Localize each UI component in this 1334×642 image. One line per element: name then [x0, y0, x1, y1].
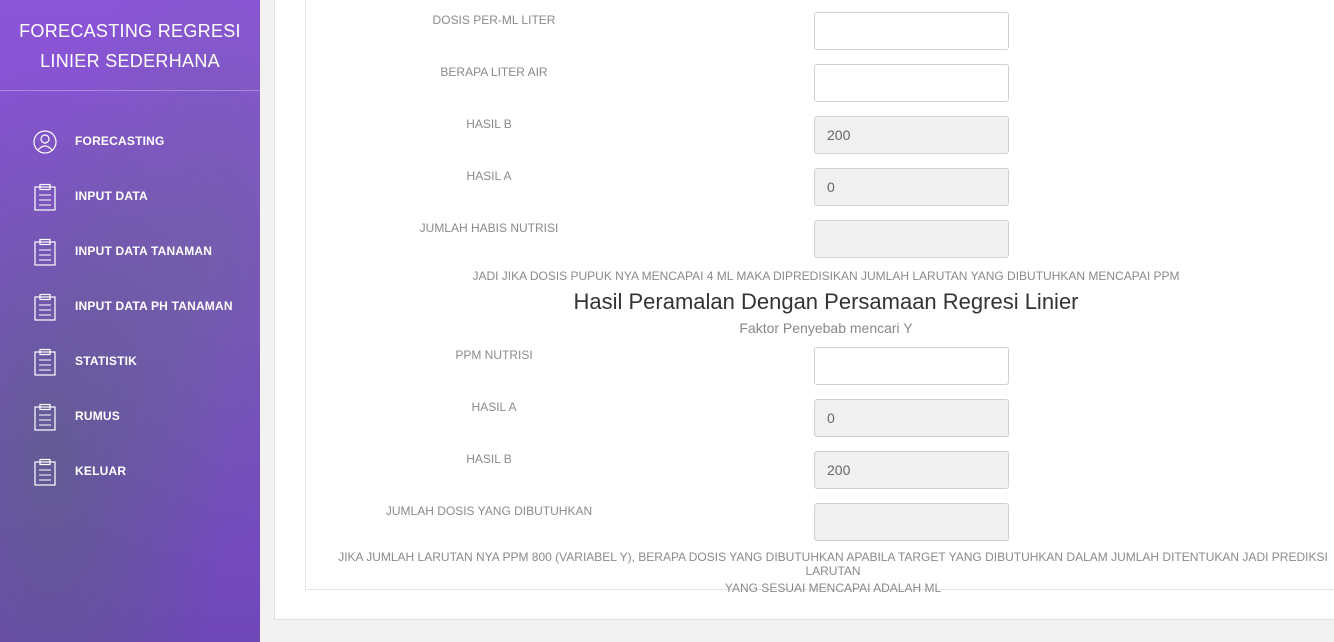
- dosis-label: DOSIS PER-ML LITER: [432, 13, 556, 27]
- clipboard-icon: [33, 238, 57, 266]
- user-circle-icon: [33, 128, 57, 156]
- jumlah-habis-field[interactable]: [814, 220, 1009, 258]
- clipboard-icon: [33, 458, 57, 486]
- brand-title-line1: FORECASTING REGRESI: [19, 21, 241, 41]
- hasil-b-field[interactable]: [814, 116, 1009, 154]
- brand-title-line2: LINIER SEDERHANA: [40, 51, 220, 71]
- prediction-note-2-line1: JIKA JUMLAH LARUTAN NYA PPM 800 (VARIABE…: [338, 550, 1328, 578]
- sidebar-item-forecasting[interactable]: FORECASTING: [0, 121, 260, 161]
- hasil-b-field-2[interactable]: [814, 451, 1009, 489]
- sidebar-item-input-data-tanaman[interactable]: INPUT DATA TANAMAN: [0, 231, 260, 271]
- sidebar-item-label: FORECASTING: [75, 134, 165, 148]
- jumlah-habis-label: JUMLAH HABIS NUTRISI: [419, 221, 559, 235]
- sidebar-item-input-data-ph-tanaman[interactable]: INPUT DATA PH TANAMAN: [0, 286, 260, 326]
- ppm-label: PPM NUTRISI: [455, 348, 533, 362]
- hasil-a-field[interactable]: [814, 168, 1009, 206]
- sidebar: FORECASTING REGRESI LINIER SEDERHANA FOR…: [0, 0, 260, 642]
- sidebar-item-label: INPUT DATA PH TANAMAN: [75, 299, 233, 313]
- prediction-note-2-line2: YANG SESUAI MENCAPAI ADALAH ML: [724, 581, 942, 595]
- sidebar-item-statistik[interactable]: STATISTIK: [0, 341, 260, 381]
- jumlah-dosis-field[interactable]: [814, 503, 1009, 541]
- sidebar-item-label: RUMUS: [75, 409, 120, 423]
- section-subheading: Faktor Penyebab mencari Y: [739, 320, 913, 336]
- clipboard-icon: [33, 183, 57, 211]
- sidebar-item-label: KELUAR: [75, 464, 127, 478]
- sidebar-item-label: INPUT DATA TANAMAN: [75, 244, 213, 258]
- form-panel: DOSIS PER-ML LITER BERAPA LITER AIR HASI…: [305, 0, 1334, 595]
- hasil-a-label: HASIL A: [466, 169, 512, 183]
- clipboard-icon: [33, 403, 57, 431]
- hasil-b-label: HASIL B: [466, 117, 512, 131]
- ppm-input[interactable]: [814, 347, 1009, 385]
- sidebar-item-rumus[interactable]: RUMUS: [0, 396, 260, 436]
- sidebar-item-input-data[interactable]: INPUT DATA: [0, 176, 260, 216]
- brand: FORECASTING REGRESI LINIER SEDERHANA: [0, 0, 260, 91]
- content-card: DOSIS PER-ML LITER BERAPA LITER AIR HASI…: [274, 0, 1334, 620]
- clipboard-icon: [33, 293, 57, 321]
- jumlah-dosis-label: JUMLAH DOSIS YANG DIBUTUHKAN: [385, 504, 593, 518]
- sidebar-item-label: STATISTIK: [75, 354, 138, 368]
- sidebar-item-label: INPUT DATA: [75, 189, 148, 203]
- main-content: DOSIS PER-ML LITER BERAPA LITER AIR HASI…: [260, 0, 1334, 642]
- sidebar-item-keluar[interactable]: KELUAR: [0, 451, 260, 491]
- prediction-note-2: JIKA JUMLAH LARUTAN NYA PPM 800 (VARIABE…: [320, 550, 1334, 595]
- hasil-a-field-2[interactable]: [814, 399, 1009, 437]
- hasil-a-label-2: HASIL A: [471, 400, 517, 414]
- prediction-note-1: JADI JIKA DOSIS PUPUK NYA MENCAPAI 4 ML …: [472, 269, 1180, 283]
- section-heading: Hasil Peramalan Dengan Persamaan Regresi…: [573, 289, 1079, 314]
- hasil-b-label-2: HASIL B: [466, 452, 512, 466]
- liter-label: BERAPA LITER AIR: [440, 65, 548, 79]
- liter-input[interactable]: [814, 64, 1009, 102]
- clipboard-icon: [33, 348, 57, 376]
- dosis-input[interactable]: [814, 12, 1009, 50]
